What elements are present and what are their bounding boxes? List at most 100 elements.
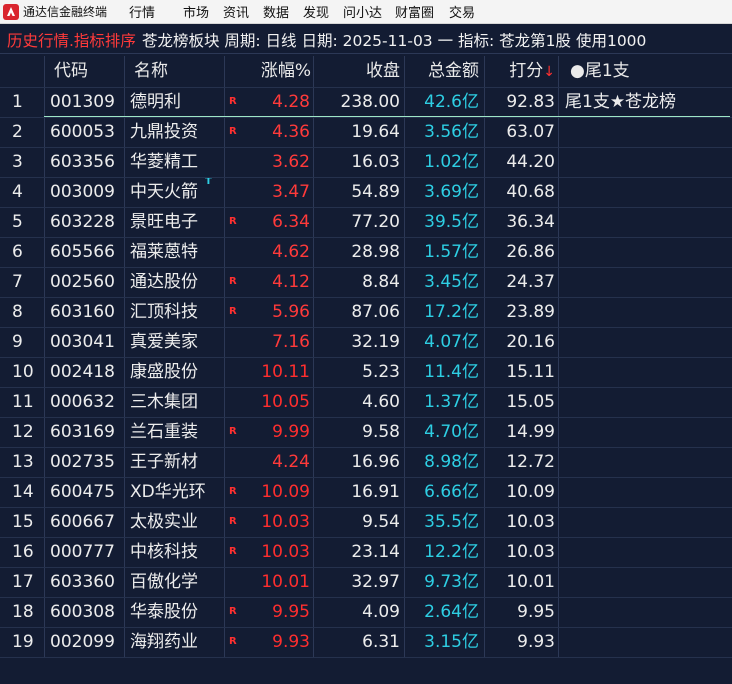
change-pct: 9.93	[272, 632, 310, 652]
close-price: 16.91	[351, 482, 400, 502]
header-note[interactable]: ●尾1支	[560, 56, 732, 87]
score: 36.34	[506, 212, 555, 232]
stock-code: 002735	[50, 452, 115, 472]
header-score[interactable]: 打分↓	[486, 56, 558, 87]
header-name[interactable]: 名称	[126, 56, 224, 87]
score: 40.68	[506, 182, 555, 202]
table-row[interactable]: 5 603228 景旺电子 6.34 77.20 39.5亿 36.34 R	[0, 207, 732, 237]
menu-item-4[interactable]: 发现	[303, 2, 343, 21]
section-title[interactable]: 历史行情.指标排序	[7, 29, 136, 51]
table-row[interactable]: 2 600053 九鼎投资 4.36 19.64 3.56亿 63.07 R	[0, 117, 732, 147]
table-row[interactable]: 8 603160 汇顶科技 5.96 87.06 17.2亿 23.89 R	[0, 297, 732, 327]
stock-code: 003009	[50, 182, 115, 202]
note	[560, 147, 732, 177]
row-index: 5	[12, 212, 23, 232]
stock-code: 603169	[50, 422, 115, 442]
row-divider	[0, 117, 732, 118]
change-pct: 4.28	[272, 92, 310, 112]
close-price: 9.58	[362, 422, 400, 442]
total-amount: 39.5亿	[424, 212, 479, 232]
table-row[interactable]: 13 002735 王子新材 4.24 16.96 8.98亿 12.72	[0, 447, 732, 477]
total-amount: 2.64亿	[424, 602, 479, 622]
total-amount: 3.69亿	[424, 182, 479, 202]
margin-r-badge: R	[229, 276, 237, 287]
table-row[interactable]: 17 603360 百傲化学 10.01 32.97 9.73亿 10.01	[0, 567, 732, 597]
stock-name: 华菱精工	[130, 152, 198, 172]
score: 10.03	[506, 542, 555, 562]
row-index: 3	[12, 152, 23, 172]
table-row[interactable]: 1 001309 德明利 4.28 238.00 42.6亿 92.83 尾1支★苍龙榜 R	[0, 87, 732, 117]
menu-item-6[interactable]: 财富圈	[395, 2, 449, 21]
header-code[interactable]: 代码	[46, 56, 124, 87]
stock-name: 真爱美家	[130, 332, 198, 352]
table-row[interactable]: 7 002560 通达股份 4.12 8.84 3.45亿 24.37 R	[0, 267, 732, 297]
table-row[interactable]: 10 002418 康盛股份 10.11 5.23 11.4亿 15.11	[0, 357, 732, 387]
table-row[interactable]: 4 003009 中天火箭 3.47 54.89 3.69亿 40.68 T	[0, 176, 732, 207]
menu-item-3[interactable]: 数据	[263, 2, 303, 21]
table-row[interactable]: 19 002099 海翔药业 9.93 6.31 3.15亿 9.93 R	[0, 627, 732, 657]
margin-r-badge: R	[229, 546, 237, 557]
row-index: 8	[12, 302, 23, 322]
table-row[interactable]: 14 600475 XD华光环 10.09 16.91 6.66亿 10.09 R	[0, 477, 732, 507]
menu-item-5[interactable]: 问小达	[343, 2, 395, 21]
score: 63.07	[506, 122, 555, 142]
row-divider	[0, 357, 732, 358]
row-index: 16	[12, 542, 34, 562]
total-amount: 4.70亿	[424, 422, 479, 442]
row-divider	[0, 177, 732, 178]
close-price: 6.31	[362, 632, 400, 652]
stock-name: 九鼎投资	[130, 122, 198, 142]
header-amount[interactable]: 总金额	[406, 56, 483, 87]
row-index: 13	[12, 452, 34, 472]
score: 9.95	[517, 602, 555, 622]
close-price: 32.19	[351, 332, 400, 352]
total-amount: 3.56亿	[424, 122, 479, 142]
stock-code: 603360	[50, 572, 115, 592]
note	[560, 207, 732, 237]
sort-desc-arrow-icon: ↓	[543, 64, 555, 80]
row-index: 14	[12, 482, 34, 502]
stock-code: 600667	[50, 512, 115, 532]
stock-name: 海翔药业	[130, 632, 198, 652]
note	[560, 387, 732, 417]
note	[560, 477, 732, 507]
selected-row-underline	[44, 116, 730, 117]
menu-item-2[interactable]: 资讯	[223, 2, 263, 21]
stock-code: 600308	[50, 602, 115, 622]
table-row[interactable]: 6 605566 福莱蒽特 4.62 28.98 1.57亿 26.86	[0, 237, 732, 267]
total-amount: 11.4亿	[424, 362, 479, 382]
stock-code: 002418	[50, 362, 115, 382]
table-row[interactable]: 3 603356 华菱精工 3.62 16.03 1.02亿 44.20	[0, 147, 732, 177]
table-row[interactable]: 12 603169 兰石重装 9.99 9.58 4.70亿 14.99 R	[0, 417, 732, 447]
note	[560, 417, 732, 447]
table-row[interactable]: 15 600667 太极实业 10.03 9.54 35.5亿 10.03 R	[0, 507, 732, 537]
table-row[interactable]: 9 003041 真爱美家 7.16 32.19 4.07亿 20.16	[0, 327, 732, 357]
stock-code: 603356	[50, 152, 115, 172]
table-row[interactable]: 16 000777 中核科技 10.03 23.14 12.2亿 10.03 R	[0, 537, 732, 567]
menu-item-1[interactable]: 市场	[183, 2, 223, 21]
stock-name: XD华光环	[130, 482, 206, 502]
margin-r-badge: R	[229, 426, 237, 437]
close-price: 28.98	[351, 242, 400, 262]
close-price: 4.09	[362, 602, 400, 622]
menu-item-0[interactable]: 行情	[129, 2, 183, 21]
menu-bar: 通达信金融终端 行情 市场 资讯 数据 发现 问小达 财富圈 交易	[0, 0, 732, 24]
table-row[interactable]: 11 000632 三木集团 10.05 4.60 1.37亿 15.05	[0, 387, 732, 417]
row-index: 15	[12, 512, 34, 532]
row-index: 18	[12, 602, 34, 622]
app-title: 通达信金融终端	[23, 5, 108, 19]
note	[560, 627, 732, 657]
header-change[interactable]: 涨幅%	[226, 56, 313, 87]
stock-code: 603228	[50, 212, 115, 232]
note: 尾1支★苍龙榜	[565, 92, 677, 112]
table-row[interactable]: 18 600308 华泰股份 9.95 4.09 2.64亿 9.95 R	[0, 597, 732, 627]
row-divider	[0, 207, 732, 208]
app-logo-icon	[3, 3, 19, 20]
menu-item-7[interactable]: 交易	[449, 2, 489, 21]
total-amount: 1.57亿	[424, 242, 479, 262]
margin-r-badge: R	[229, 96, 237, 107]
header-close[interactable]: 收盘	[315, 56, 404, 87]
note	[560, 507, 732, 537]
stock-name: 景旺电子	[130, 212, 198, 232]
close-price: 32.97	[351, 572, 400, 592]
